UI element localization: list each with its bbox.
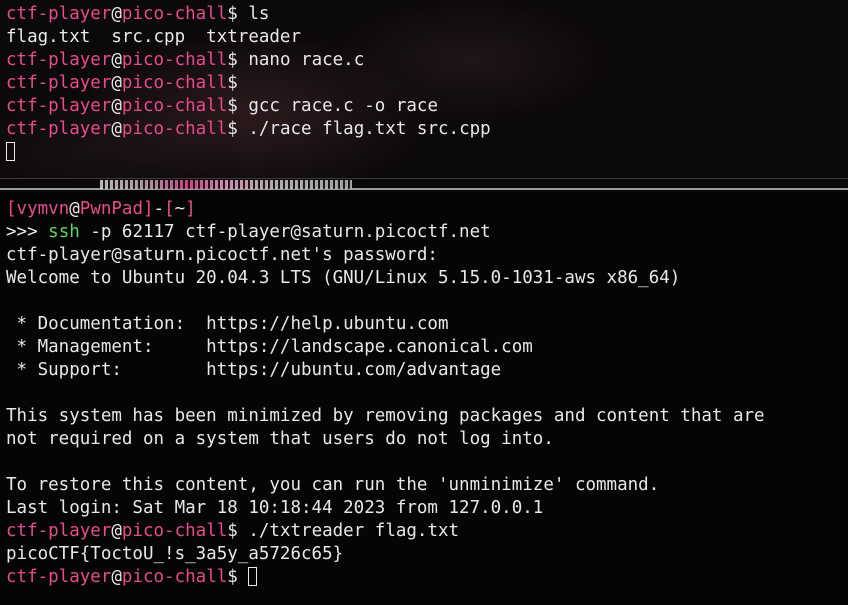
prompt-symbol: $ — [227, 50, 238, 70]
command-text: gcc race.c -o race — [237, 96, 438, 116]
prompt-symbol: $ — [227, 73, 238, 93]
prompt-at: @ — [111, 4, 122, 24]
prompt-user: ctf-player — [6, 4, 112, 24]
prompt-host: pico-chall — [121, 96, 228, 116]
output-line: To restore this content, you can run the… — [6, 475, 660, 495]
prompt-at: @ — [111, 73, 122, 93]
prompt-at: @ — [111, 96, 122, 116]
prompt-at: @ — [111, 521, 122, 541]
prompt-user: ctf-player — [6, 521, 112, 541]
prompt-symbol: $ — [227, 567, 238, 587]
output-line: * Support: https://ubuntu.com/advantage — [6, 360, 502, 380]
prompt-bracket: ] — [185, 199, 196, 219]
prompt-host: pico-chall — [121, 50, 228, 70]
prompt-symbol: $ — [227, 4, 238, 24]
command-text: ./race flag.txt src.cpp — [237, 119, 491, 139]
output-line: * Management: https://landscape.canonica… — [6, 337, 533, 357]
output-line: * Documentation: https://help.ubuntu.com — [6, 314, 449, 334]
output-line: ctf-player@saturn.picoctf.net's password… — [6, 245, 438, 265]
prompt-at: @ — [69, 199, 80, 219]
prompt-at: @ — [111, 50, 122, 70]
prompt-line: ctf-player@pico-chall$ gcc race.c -o rac… — [6, 95, 848, 118]
prompt-user: ctf-player — [6, 73, 112, 93]
output-line: flag.txt src.cpp txtreader — [6, 27, 302, 47]
terminal-pane-bottom[interactable]: [vymvn@PwnPad]-[~] >>> ssh -p 62117 ctf-… — [0, 192, 848, 605]
block-cursor-icon[interactable] — [248, 567, 258, 586]
ssh-command: ssh — [48, 222, 80, 242]
prompt-host: pico-chall — [121, 73, 228, 93]
output-line: not required on a system that users do n… — [6, 429, 554, 449]
terminal-pane-top[interactable]: ctf-player@pico-chall$ ls flag.txt src.c… — [0, 0, 848, 178]
pane-divider[interactable] — [0, 178, 848, 190]
prompt-line: ctf-player@pico-chall$ ./txtreader flag.… — [6, 520, 848, 543]
terminal-output-top: ctf-player@pico-chall$ ls flag.txt src.c… — [0, 0, 848, 164]
prompt-line: ctf-player@pico-chall$ nano race.c — [6, 49, 848, 72]
prompt-host: PwnPad — [79, 199, 143, 219]
block-cursor-icon[interactable] — [6, 142, 15, 161]
prompt-host: pico-chall — [121, 119, 228, 139]
prompt-host: pico-chall — [121, 521, 228, 541]
command-text: nano race.c — [237, 50, 365, 70]
command-text: ls — [237, 4, 270, 24]
input-line[interactable]: ctf-player@pico-chall$ — [6, 566, 848, 589]
terminal-output-bottom: [vymvn@PwnPad]-[~] >>> ssh -p 62117 ctf-… — [0, 192, 848, 589]
prompt-user: ctf-player — [6, 567, 112, 587]
prompt-host: pico-chall — [121, 4, 228, 24]
local-prompt-line: [vymvn@PwnPad]-[~] — [6, 198, 848, 221]
prompt-at: @ — [111, 567, 122, 587]
prompt-line: ctf-player@pico-chall$ ls — [6, 3, 848, 26]
prompt-arrow: >>> — [6, 222, 49, 242]
input-line[interactable] — [6, 141, 848, 164]
output-line: Last login: Sat Mar 18 10:18:44 2023 fro… — [6, 498, 544, 518]
prompt-directory: ~ — [174, 199, 186, 219]
command-text: ./txtreader flag.txt — [237, 521, 460, 541]
prompt-user: ctf-player — [6, 119, 112, 139]
prompt-user: ctf-player — [6, 96, 112, 116]
prompt-dash: - — [153, 199, 165, 219]
prompt-line: ctf-player@pico-chall$ — [6, 72, 848, 95]
prompt-symbol: $ — [227, 96, 238, 116]
prompt-symbol: $ — [227, 521, 238, 541]
prompt-user: vymvn — [16, 199, 70, 219]
ssh-command-line: >>> ssh -p 62117 ctf-player@saturn.picoc… — [6, 221, 848, 244]
prompt-bracket: [ — [164, 199, 175, 219]
output-line: This system has been minimized by removi… — [6, 406, 765, 426]
prompt-bracket: [ — [6, 199, 17, 219]
prompt-at: @ — [111, 119, 122, 139]
flag-output-line: picoCTF{ToctoU_!s_3a5y_a5726c65} — [6, 544, 344, 564]
prompt-bracket: ] — [143, 199, 154, 219]
prompt-symbol: $ — [227, 119, 238, 139]
output-line: Welcome to Ubuntu 20.04.3 LTS (GNU/Linux… — [6, 268, 681, 288]
prompt-line: ctf-player@pico-chall$ ./race flag.txt s… — [6, 118, 848, 141]
ssh-args: -p 62117 ctf-player@saturn.picoctf.net — [79, 222, 491, 242]
prompt-user: ctf-player — [6, 50, 112, 70]
prompt-host: pico-chall — [121, 567, 228, 587]
divider-pattern — [100, 180, 352, 189]
command-text — [238, 567, 249, 587]
